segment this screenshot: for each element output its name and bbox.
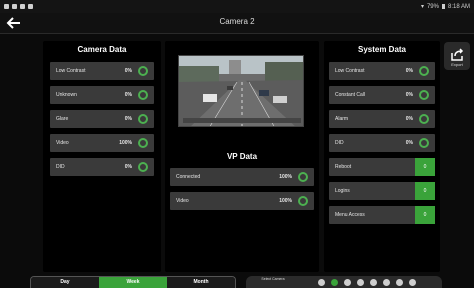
notification-icon [4, 4, 9, 9]
status-ring-icon [138, 66, 148, 76]
camera-row-glare: Glare 0% [50, 110, 154, 128]
row-value: 0% [405, 140, 413, 146]
row-label: Glare [56, 116, 69, 122]
system-row-logins[interactable]: Logins 0 [329, 182, 435, 200]
status-ring-icon [138, 90, 148, 100]
camera-dot-3[interactable] [344, 279, 351, 286]
status-ring-icon [419, 114, 429, 124]
camera-dot-1[interactable] [318, 279, 325, 286]
battery-icon [441, 4, 445, 9]
status-ring-icon [419, 66, 429, 76]
status-ring-icon [298, 196, 308, 206]
row-label: Logins [335, 188, 350, 194]
count-value: 0 [423, 212, 427, 218]
row-value: 100% [119, 140, 132, 146]
row-label: Low Contrast [335, 68, 365, 74]
export-label: Export [451, 62, 463, 67]
vp-row-video: Video 100% [170, 192, 314, 210]
row-label: Unknown [56, 92, 77, 98]
status-ring-icon [138, 138, 148, 148]
row-label: Low Contrast [56, 68, 86, 74]
range-week[interactable]: Week [99, 277, 167, 288]
system-row-alarm: Alarm 0% [329, 110, 435, 128]
row-value: 0% [405, 116, 413, 122]
row-label: Menu Access [335, 212, 365, 218]
status-ring-icon [298, 172, 308, 182]
row-value: 0% [124, 68, 132, 74]
camera-row-did: DID 0% [50, 158, 154, 176]
system-row-low-contrast: Low Contrast 0% [329, 62, 435, 80]
row-label: DID [56, 164, 65, 170]
row-label: Video [56, 140, 69, 146]
camera-dot-2[interactable] [331, 279, 338, 286]
camera-dot-6[interactable] [383, 279, 390, 286]
logins-count-badge[interactable]: 0 [415, 182, 435, 200]
vp-data-title: VP Data [226, 152, 258, 161]
battery-level: 79% [426, 3, 439, 10]
status-icons [4, 4, 33, 9]
row-value: 0% [405, 68, 413, 74]
export-button[interactable]: Export [444, 42, 470, 70]
app-header: Camera 2 [0, 13, 474, 34]
status-ring-icon [419, 90, 429, 100]
camera-dot-8[interactable] [409, 279, 416, 286]
status-ring-icon [138, 162, 148, 172]
camera-dot-4[interactable] [357, 279, 364, 286]
system-row-constant-call: Constant Call 0% [329, 86, 435, 104]
row-value: 100% [279, 174, 292, 180]
row-value: 0% [405, 92, 413, 98]
count-value: 0 [423, 188, 427, 194]
camera-row-unknown: Unknown 0% [50, 86, 154, 104]
row-label: Connected [176, 174, 201, 180]
row-value: 0% [124, 92, 132, 98]
reboot-count-badge[interactable]: 0 [415, 158, 435, 176]
row-label: Constant Call [335, 92, 366, 98]
camera-data-title: Camera Data [77, 45, 127, 54]
range-toggle: Day Week Month [30, 276, 236, 288]
camera-row-low-contrast: Low Contrast 0% [50, 62, 154, 80]
download-icon [20, 4, 25, 9]
status-bar: ▾ 79% 8:18 AM [0, 0, 474, 13]
sync-icon [12, 4, 17, 9]
system-row-menu-access[interactable]: Menu Access 0 [329, 206, 435, 224]
status-ring-icon [138, 114, 148, 124]
cast-icon [28, 4, 33, 9]
page-title: Camera 2 [219, 17, 255, 26]
select-camera-label: Select Camera [261, 277, 285, 281]
menu-access-count-badge[interactable]: 0 [415, 206, 435, 224]
range-day[interactable]: Day [31, 277, 99, 288]
range-month[interactable]: Month [167, 277, 235, 288]
clock: 8:18 AM [447, 3, 470, 10]
row-label: DID [335, 140, 344, 146]
row-value: 0% [124, 116, 132, 122]
row-value: 0% [124, 164, 132, 170]
system-row-reboot[interactable]: Reboot 0 [329, 158, 435, 176]
status-right: ▾ 79% 8:18 AM [420, 3, 470, 11]
row-label: Alarm [335, 116, 349, 122]
wifi-icon: ▾ [420, 4, 424, 10]
row-value: 100% [279, 198, 292, 204]
camera-selector: Select Camera [246, 276, 442, 288]
system-row-did: DID 0% [329, 134, 435, 152]
camera-dot-7[interactable] [396, 279, 403, 286]
camera-preview[interactable] [178, 55, 304, 127]
system-data-title: System Data [357, 45, 407, 54]
status-ring-icon [419, 138, 429, 148]
row-label: Video [176, 198, 189, 204]
row-label: Reboot [335, 164, 352, 170]
camera-row-video: Video 100% [50, 134, 154, 152]
camera-feed-image [179, 56, 303, 126]
camera-dot-5[interactable] [370, 279, 377, 286]
count-value: 0 [423, 164, 427, 170]
vp-row-connected: Connected 100% [170, 168, 314, 186]
